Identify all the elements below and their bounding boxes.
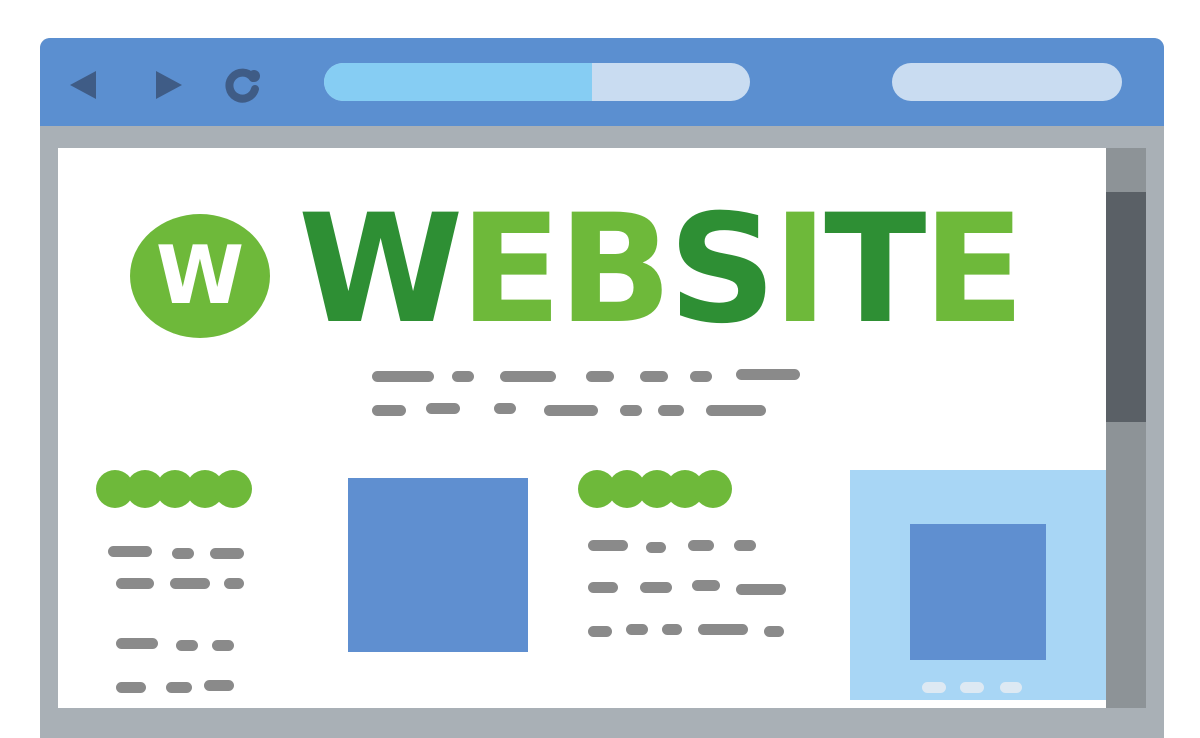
text-line [640,371,668,382]
scrollbar-thumb[interactable] [1106,192,1146,422]
title-letter: T [824,183,926,357]
text-line [172,548,194,559]
triangle-right-icon [156,71,182,99]
title-letter: E [922,183,1024,357]
text-line [1000,682,1022,693]
site-logo[interactable]: W [130,214,270,338]
text-line [166,682,192,693]
text-line [640,582,672,593]
text-line [426,403,460,414]
text-line [204,680,234,691]
text-line [734,540,756,551]
title-letter: S [668,183,776,357]
text-line [586,371,614,382]
text-line [658,405,684,416]
forward-button[interactable] [148,65,188,105]
text-line [500,371,556,382]
back-button[interactable] [64,65,104,105]
text-line [494,403,516,414]
title-letter: B [557,183,672,357]
text-line [692,580,720,591]
text-line [108,546,152,557]
text-line [922,682,946,693]
image-placeholder[interactable] [348,478,528,652]
text-line [588,626,612,637]
text-line [210,548,244,559]
text-line [176,640,198,651]
site-title: WEBSITE [298,183,1025,357]
triangle-left-icon [70,71,96,99]
text-line [588,582,618,593]
reload-icon [225,68,260,103]
text-line [588,540,628,551]
text-line [690,371,712,382]
text-line [706,405,766,416]
title-letter: W [298,183,463,357]
browser-toolbar [40,38,1164,126]
text-line [646,542,666,553]
text-line [764,626,784,637]
text-line [544,405,598,416]
text-line [620,405,642,416]
text-line [372,405,406,416]
text-line [626,624,648,635]
side-panel [850,470,1106,700]
search-bar[interactable] [892,63,1122,101]
text-line [212,640,234,651]
image-placeholder[interactable] [910,524,1046,660]
text-line [736,584,786,595]
text-line [452,371,474,382]
text-line [736,369,800,380]
logo-letter: W [155,229,245,322]
title-letter: E [459,183,561,357]
text-line [116,682,146,693]
text-line [116,638,158,649]
text-line [170,578,210,589]
address-bar[interactable] [324,63,750,101]
text-line [960,682,984,693]
vertical-scrollbar[interactable] [1106,148,1146,708]
text-line [662,624,682,635]
title-letter: I [772,183,828,357]
text-line [116,578,154,589]
text-line [224,578,244,589]
reload-button[interactable] [222,65,262,105]
text-line [372,371,434,382]
page-load-progress [324,63,593,101]
text-line [698,624,748,635]
text-line [688,540,714,551]
